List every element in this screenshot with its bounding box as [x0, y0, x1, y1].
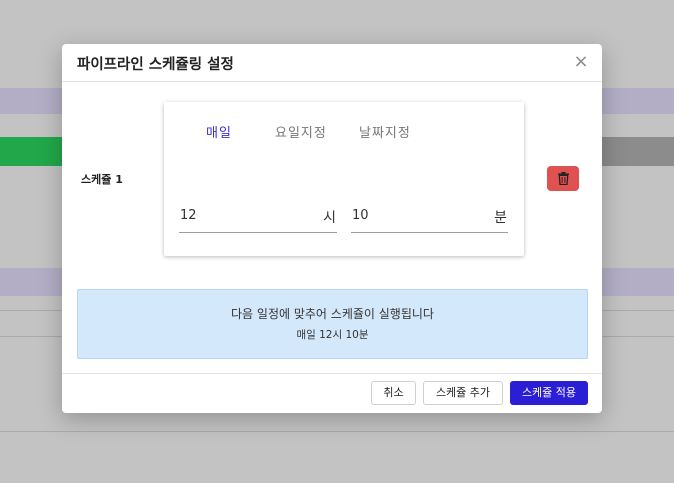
- schedule-label: 스케쥴 1: [81, 173, 123, 186]
- cancel-button[interactable]: 취소: [371, 381, 416, 405]
- apply-schedule-button[interactable]: 스케쥴 적용: [510, 381, 588, 405]
- tab-daily[interactable]: 매일: [206, 122, 232, 141]
- trash-icon: [557, 172, 569, 185]
- schedule-summary-box: 다음 일정에 맞추어 스케쥴이 실행됩니다 매일 12시 10분: [77, 289, 588, 359]
- background-grey-button: [594, 137, 674, 166]
- hour-input[interactable]: 12 시: [179, 206, 337, 233]
- minute-input[interactable]: 10 분: [351, 206, 508, 233]
- schedule-settings-dialog: 파이프라인 스케쥴링 설정 × 스케쥴 1 매일 요일지정 날짜지정 12 시 …: [62, 44, 602, 413]
- background-divider: [0, 431, 674, 432]
- schedule-card: 매일 요일지정 날짜지정 12 시 10 분: [164, 102, 524, 256]
- dialog-footer: 취소 스케쥴 추가 스케쥴 적용: [62, 373, 602, 413]
- tab-date[interactable]: 날짜지정: [359, 122, 411, 141]
- minute-value: 10: [352, 208, 369, 223]
- summary-message: 다음 일정에 맞추어 스케쥴이 실행됩니다: [231, 307, 434, 321]
- summary-detail: 매일 12시 10분: [296, 329, 369, 341]
- dialog-header: 파이프라인 스케쥴링 설정 ×: [62, 44, 602, 82]
- hour-unit: 시: [323, 210, 336, 226]
- schedule-type-tabs: 매일 요일지정 날짜지정: [164, 122, 524, 142]
- delete-schedule-button[interactable]: [547, 166, 579, 191]
- close-icon[interactable]: ×: [572, 53, 590, 71]
- hour-value: 12: [180, 208, 197, 223]
- tab-weekday[interactable]: 요일지정: [275, 122, 327, 141]
- background-green-button: [0, 137, 70, 166]
- add-schedule-button[interactable]: 스케쥴 추가: [423, 381, 503, 405]
- dialog-title: 파이프라인 스케쥴링 설정: [77, 57, 234, 73]
- minute-unit: 분: [494, 210, 507, 226]
